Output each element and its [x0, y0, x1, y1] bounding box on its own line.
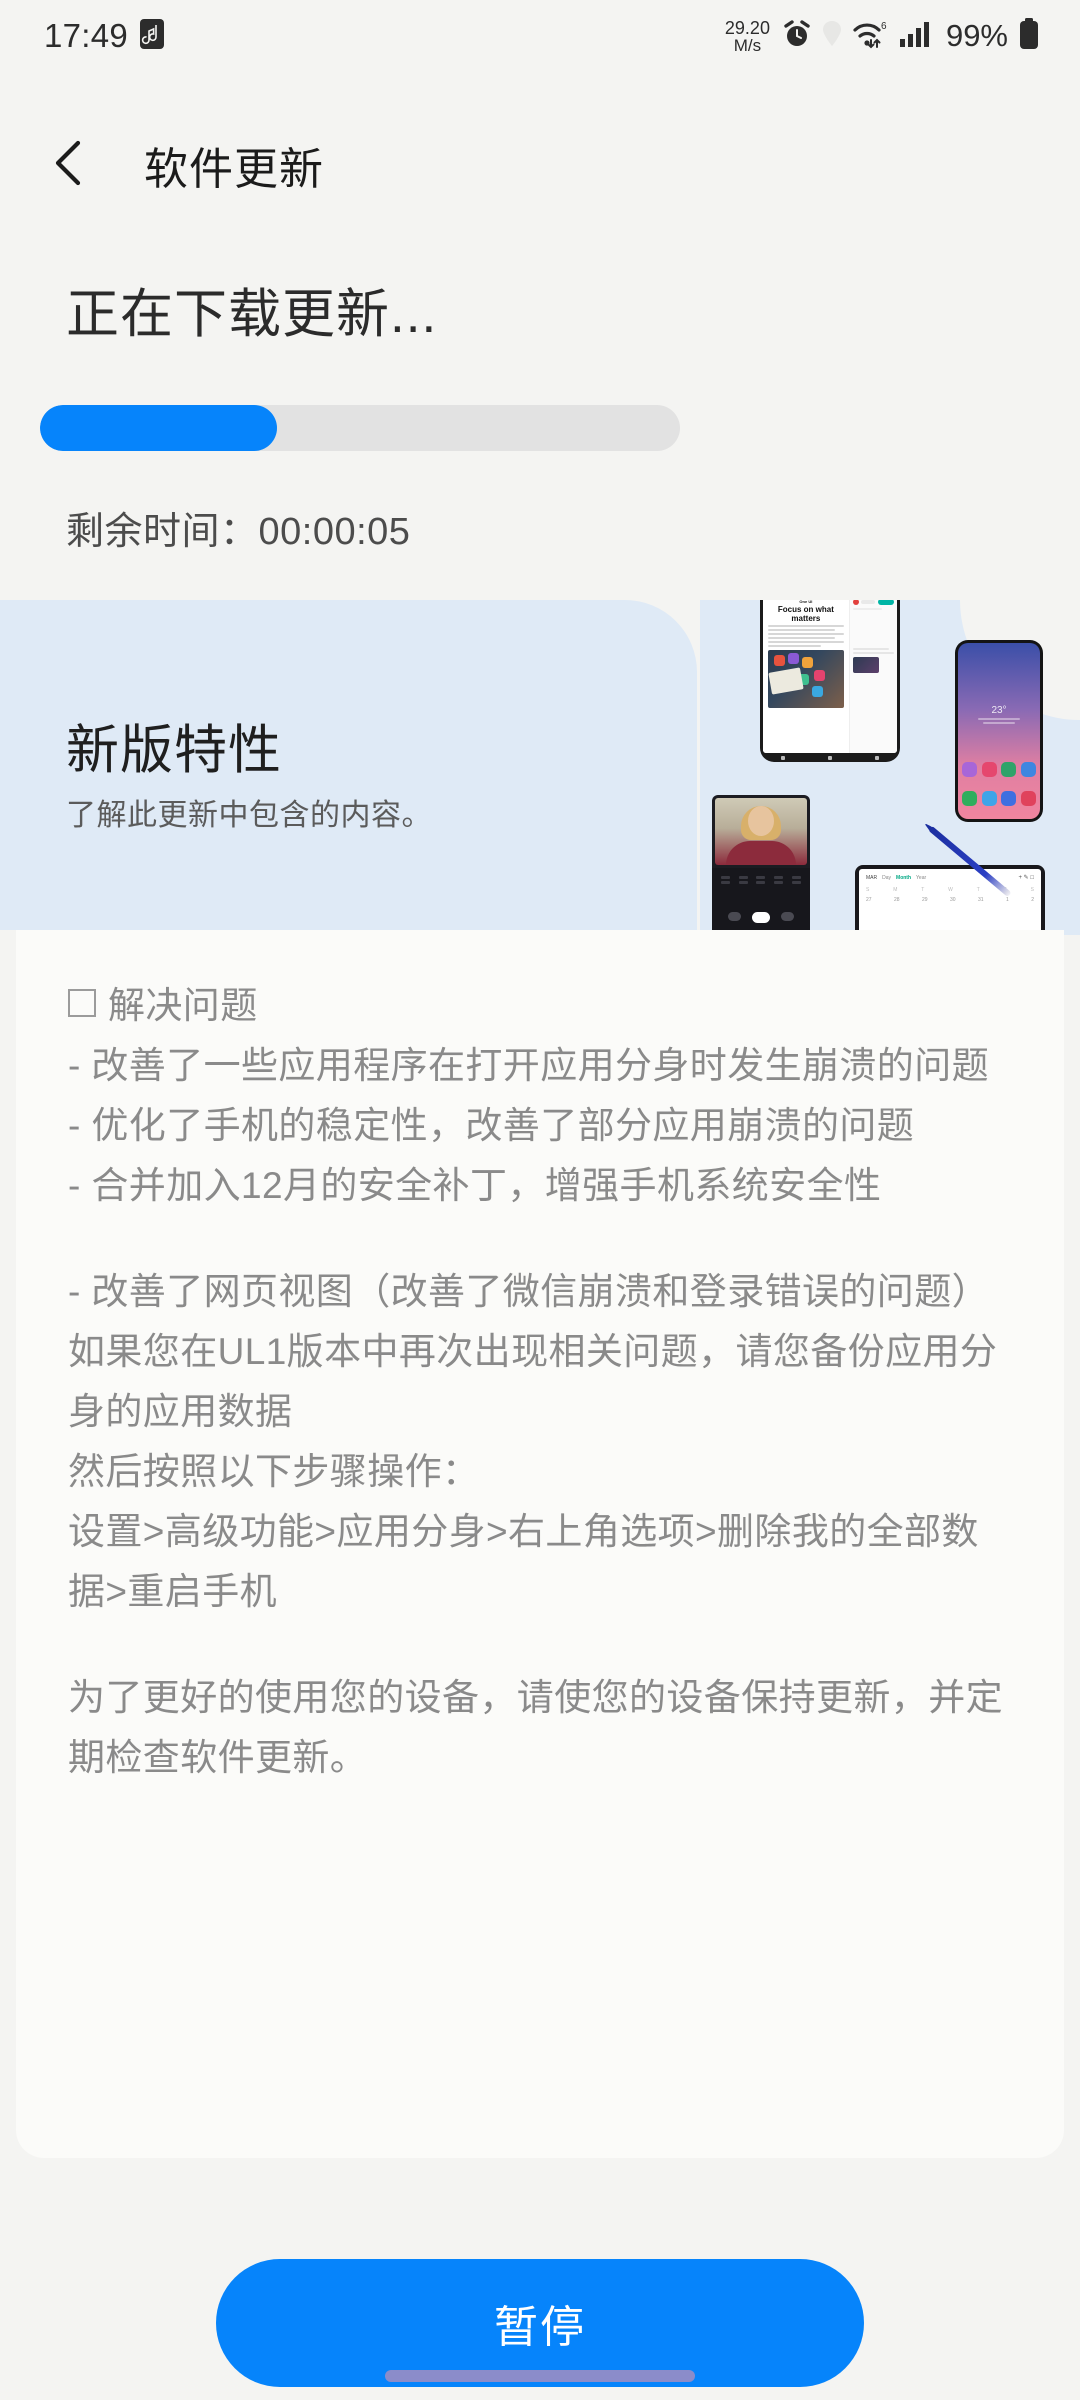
back-chevron-icon [50, 137, 90, 194]
alarm-clock-icon [782, 19, 812, 54]
one-ui-devices-illustration: One UI Focus on what matters 23° MAR Day… [700, 600, 1080, 935]
release-notes-card: 解决问题 - 改善了一些应用程序在打开应用分身时发生崩溃的问题 - 优化了手机的… [16, 930, 1064, 2158]
release-notes-heading-text: 解决问题 [108, 985, 258, 1026]
svg-text:6: 6 [881, 21, 887, 32]
wifi-6-icon: 6 [852, 19, 890, 54]
phone-weather-widget: 23° [958, 705, 1040, 726]
release-notes-spacer [68, 1622, 1012, 1668]
release-notes-line: - 合并加入12月的安全补丁，增强手机系统安全性 [68, 1165, 882, 1206]
release-notes-line: - 优化了手机的稳定性，改善了部分应用崩溃的问题 [68, 1105, 915, 1146]
calendar-month-label: MAR [866, 874, 878, 881]
tablet-brand-label: One UI [799, 600, 813, 604]
phone-temperature: 23° [991, 705, 1007, 716]
tablet-device-graphic: One UI Focus on what matters [760, 600, 900, 762]
pause-button[interactable]: 暂停 [216, 2259, 864, 2387]
network-speed-indicator: 29.20 M/s [725, 19, 770, 54]
status-bar-right: 29.20 M/s 6 99% [725, 17, 1040, 55]
software-update-screen: 17:49 29.20 M/s 6 99% 软件更新 正在下载更新... 剩余时… [0, 0, 1080, 2400]
home-indicator[interactable] [385, 2370, 695, 2382]
calendar-toolbar-icons: + ✎ □ [1018, 875, 1035, 881]
whats-new-card[interactable]: 新版特性 了解此更新中包含的内容。 [0, 600, 697, 930]
empty-box-icon [68, 989, 96, 1017]
phone-device-graphic: 23° [955, 640, 1043, 822]
release-notes-heading: 解决问题 [68, 976, 1012, 1036]
back-button[interactable] [44, 139, 96, 191]
battery-full-icon [1018, 17, 1040, 55]
network-speed-unit: M/s [733, 35, 762, 55]
download-status-title: 正在下载更新... [66, 285, 438, 344]
battery-percent-label: 99% [945, 18, 1008, 53]
status-bar: 17:49 29.20 M/s 6 99% [0, 0, 1080, 72]
phone-app-row-2 [958, 791, 1040, 806]
music-note-icon [140, 18, 165, 54]
release-notes-line: 设置>高级功能>应用分身>右上角选项>删除我的全部数据>重启手机 [68, 1511, 979, 1612]
download-progress-bar [40, 405, 680, 451]
release-notes-closing: 为了更好的使用您的设备，请使您的设备保持更新，并定期检查软件更新。 [68, 1677, 1003, 1778]
release-notes-line: - 改善了网页视图（改善了微信崩溃和登录错误的问题） [68, 1271, 989, 1312]
release-notes-line: 然后按照以下步骤操作： [68, 1451, 480, 1492]
calendar-tab-month: Month [896, 874, 912, 881]
whats-new-subtitle: 了解此更新中包含的内容。 [66, 799, 432, 832]
phone-app-row-1 [958, 762, 1040, 777]
flip-phone-device-graphic [712, 795, 810, 935]
calendar-tablet-device-graphic: MAR Day Month Year + ✎ □ SMTWTFS 2728293… [855, 865, 1045, 935]
release-notes-line: 如果您在UL1版本中再次出现相关问题，请您备份应用分身的应用数据 [68, 1331, 998, 1432]
release-notes-spacer [68, 1216, 1012, 1262]
pause-button-label: 暂停 [494, 2303, 586, 2352]
remaining-time-label: 剩余时间：00:00:05 [66, 511, 411, 553]
status-bar-left: 17:49 [44, 17, 165, 55]
status-bar-clock: 17:49 [44, 17, 129, 54]
release-notes-line: - 改善了一些应用程序在打开应用分身时发生崩溃的问题 [68, 1045, 989, 1086]
calendar-tab-day: Day [882, 874, 892, 881]
tablet-photo-graphic [768, 650, 844, 708]
download-progress-fill [40, 405, 277, 451]
network-speed-value: 29.20 [724, 17, 770, 38]
whats-new-title: 新版特性 [66, 721, 282, 780]
calendar-tab-year: Year [916, 874, 927, 881]
tablet-headline: Focus on what matters [777, 605, 834, 623]
app-header: 软件更新 [0, 110, 1080, 220]
location-pin-icon [822, 19, 842, 54]
cellular-signal-icon [899, 19, 932, 54]
page-title: 软件更新 [144, 145, 324, 194]
